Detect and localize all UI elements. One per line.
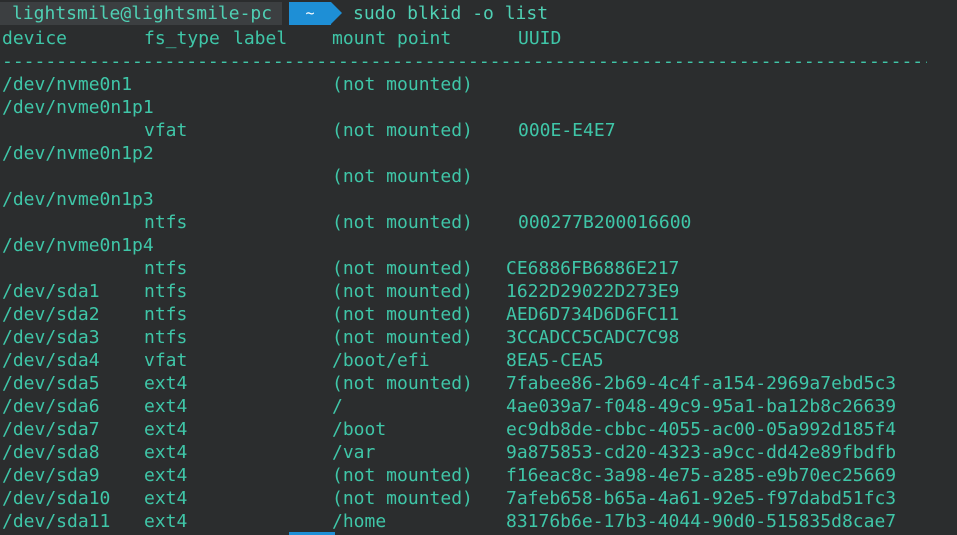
- prompt-arrow-separator: [331, 2, 342, 24]
- row-fs-type: ext4: [144, 465, 188, 486]
- row-fs-type: ntfs: [144, 327, 188, 348]
- row-uuid: 8EA5-CEA5: [506, 350, 604, 371]
- table-row: /dev/sda5 ext4 (not mounted) 7fabee86-2b69-…: [0, 372, 957, 395]
- row-mount-point: (not mounted): [332, 373, 473, 394]
- row-device: /dev/nvme0n1: [2, 74, 133, 95]
- row-device: /dev/sda8: [2, 442, 100, 463]
- prompt-directory: ~: [289, 2, 331, 25]
- row-device: /dev/sda10: [2, 488, 111, 509]
- row-device: /dev/sda5: [2, 373, 100, 394]
- row-mount-point: (not mounted): [332, 488, 473, 509]
- row-fs-type: ntfs: [144, 258, 188, 279]
- row-mount-point: (not mounted): [332, 166, 473, 187]
- prompt-command: sudo blkid -o list: [353, 3, 549, 24]
- row-uuid: 1622D29022D273E9: [506, 281, 680, 302]
- prompt-user-host: lightsmile@lightsmile-pc: [0, 2, 283, 25]
- prompt-line: lightsmile@lightsmile-pc ~ sudo blkid -o…: [0, 2, 957, 25]
- table-row: /dev/sda9 ext4 (not mounted) f16eac8c-3a98-…: [0, 464, 957, 487]
- row-device: /dev/sda9: [2, 465, 100, 486]
- table-row: ntfs (not mounted) CE6886FB6886E217: [0, 257, 957, 280]
- row-mount-point: /: [332, 396, 343, 417]
- table-row: ntfs (not mounted) 000277B200016600: [0, 211, 957, 234]
- table-row: vfat (not mounted) 000E-E4E7: [0, 119, 957, 142]
- table-row: /dev/sda3 ntfs (not mounted) 3CCADCC5CADC7C…: [0, 326, 957, 349]
- row-mount-point: /boot: [332, 419, 387, 440]
- row-device: /dev/sda11: [2, 511, 111, 532]
- row-mount-point: (not mounted): [332, 258, 473, 279]
- header-mount-point: mount point: [332, 28, 452, 49]
- row-mount-point: (not mounted): [332, 304, 473, 325]
- terminal-window[interactable]: lightsmile@lightsmile-pc ~ sudo blkid -o…: [0, 0, 957, 535]
- table-row: /dev/sda1 ntfs (not mounted) 1622D29022D273…: [0, 280, 957, 303]
- row-mount-point: /var: [332, 442, 376, 463]
- row-uuid: f16eac8c-3a98-4e75-a285-e9b70ec25669: [506, 465, 897, 486]
- row-uuid: 4ae039a7-f048-49c9-95a1-ba12b8c26639: [506, 396, 897, 417]
- row-device: /dev/sda1: [2, 281, 100, 302]
- row-uuid: 9a875853-cd20-4323-a9cc-dd42e89fbdfb: [506, 442, 897, 463]
- header-fs-type: fs_type: [144, 28, 220, 49]
- row-uuid: 000E-E4E7: [518, 120, 616, 141]
- row-uuid: 3CCADCC5CADC7C98: [506, 327, 680, 348]
- row-fs-type: vfat: [144, 120, 188, 141]
- row-device: /dev/nvme0n1p4: [2, 235, 154, 256]
- table-row: /dev/sda10 ext4 (not mounted) 7afeb658-b65a…: [0, 487, 957, 510]
- table-row: /dev/sda6 ext4 / 4ae039a7-f048-49c9-95a1-ba…: [0, 395, 957, 418]
- row-device: /dev/sda7: [2, 419, 100, 440]
- row-device: /dev/sda3: [2, 327, 100, 348]
- row-uuid: AED6D734D6D6FC11: [506, 304, 680, 325]
- row-fs-type: ext4: [144, 373, 188, 394]
- row-mount-point: (not mounted): [332, 212, 473, 233]
- row-fs-type: ntfs: [144, 304, 188, 325]
- row-uuid: 000277B200016600: [518, 212, 692, 233]
- row-mount-point: (not mounted): [332, 327, 473, 348]
- row-fs-type: ntfs: [144, 281, 188, 302]
- table-row: /dev/nvme0n1p1: [0, 96, 957, 119]
- row-device: /dev/nvme0n1p1: [2, 97, 154, 118]
- row-uuid: 83176b6e-17b3-4044-90d0-515835d8cae7: [506, 511, 897, 532]
- row-mount-point: (not mounted): [332, 281, 473, 302]
- row-fs-type: ntfs: [144, 212, 188, 233]
- row-device: /dev/nvme0n1p3: [2, 189, 154, 210]
- row-device: /dev/sda4: [2, 350, 100, 371]
- row-device: /dev/sda6: [2, 396, 100, 417]
- row-uuid: 7fabee86-2b69-4c4f-a154-2969a7ebd5c3: [506, 373, 897, 394]
- row-fs-type: ext4: [144, 488, 188, 509]
- separator-line: ----------------------------------------…: [0, 50, 957, 73]
- row-mount-point: (not mounted): [332, 74, 473, 95]
- row-fs-type: ext4: [144, 511, 188, 532]
- row-mount-point: (not mounted): [332, 465, 473, 486]
- row-device: /dev/nvme0n1p2: [2, 143, 154, 164]
- table-row: /dev/sda2 ntfs (not mounted) AED6D734D6D6FC…: [0, 303, 957, 326]
- header-uuid: UUID: [518, 28, 562, 49]
- row-fs-type: ext4: [144, 442, 188, 463]
- table-row: /dev/sda4 vfat/boot/efi 8EA5-CEA5: [0, 349, 957, 372]
- table-row: /dev/nvme0n1p2: [0, 142, 957, 165]
- table-row: /dev/nvme0n1p4: [0, 234, 957, 257]
- table-row: /dev/nvme0n1p3: [0, 188, 957, 211]
- table-row: (not mounted): [0, 165, 957, 188]
- row-mount-point: /home: [332, 511, 387, 532]
- row-mount-point: /boot/efi: [332, 350, 430, 371]
- header-label: label: [233, 28, 288, 49]
- row-mount-point: (not mounted): [332, 120, 473, 141]
- row-device: /dev/sda2: [2, 304, 100, 325]
- row-uuid: 7afeb658-b65a-4a61-92e5-f97dabd51fc3: [506, 488, 897, 509]
- row-uuid: CE6886FB6886E217: [506, 258, 680, 279]
- table-row: /dev/sda11 ext4/home 83176b6e-17b3-4044-90…: [0, 510, 957, 533]
- table-header: device fs_type label mount point UUID: [0, 27, 957, 50]
- separator-dashes: ----------------------------------------…: [2, 51, 927, 72]
- table-row: /dev/sda8 ext4/var 9a875853-cd20-4323-a9cc…: [0, 441, 957, 464]
- table-row: /dev/sda7 ext4/boot ec9db8de-cbbc-4055-ac0…: [0, 418, 957, 441]
- header-device: device: [2, 28, 68, 49]
- row-fs-type: ext4: [144, 396, 188, 417]
- row-uuid: ec9db8de-cbbc-4055-ac00-05a992d185f4: [506, 419, 897, 440]
- table-row: /dev/nvme0n1 (not mounted): [0, 73, 957, 96]
- row-fs-type: ext4: [144, 419, 188, 440]
- row-fs-type: vfat: [144, 350, 188, 371]
